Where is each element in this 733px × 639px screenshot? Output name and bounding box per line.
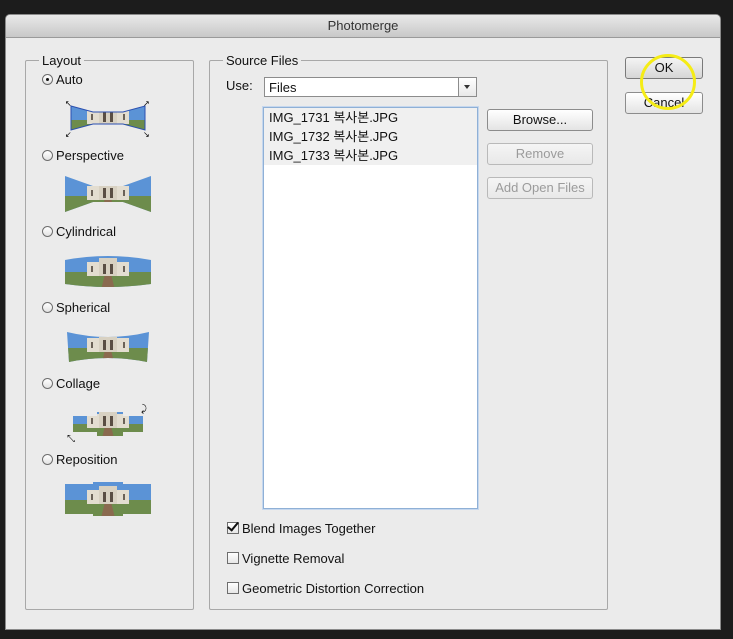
- list-item[interactable]: IMG_1731 복사본.JPG: [264, 108, 477, 127]
- layout-preview-cylindrical: [65, 256, 151, 287]
- list-item[interactable]: IMG_1733 복사본.JPG: [264, 146, 477, 165]
- geometric-correction-checkbox[interactable]: [227, 582, 239, 594]
- radio-collage[interactable]: [42, 377, 53, 389]
- layout-legend: Layout: [39, 53, 85, 68]
- layout-option-label: Auto: [56, 71, 83, 87]
- svg-text:⤡: ⤡: [67, 434, 75, 442]
- radio-cylindrical[interactable]: [42, 225, 53, 237]
- layout-option-label: Spherical: [56, 299, 111, 315]
- chevron-down-icon[interactable]: [458, 78, 476, 96]
- browse-button[interactable]: Browse...: [487, 109, 593, 131]
- cancel-button[interactable]: Cancel: [625, 92, 703, 114]
- layout-option-label: Cylindrical: [56, 223, 116, 239]
- blend-images-checkbox[interactable]: [227, 522, 239, 534]
- add-open-files-button[interactable]: Add Open Files: [487, 177, 593, 199]
- vignette-removal-checkbox[interactable]: [227, 552, 239, 564]
- source-files-legend: Source Files: [223, 53, 302, 68]
- use-select[interactable]: Files: [264, 77, 477, 97]
- layout-option-cylindrical[interactable]: Cylindrical: [42, 223, 116, 239]
- layout-option-spherical[interactable]: Spherical: [42, 299, 110, 315]
- list-item[interactable]: IMG_1732 복사본.JPG: [264, 127, 477, 146]
- layout-option-label: Collage: [56, 375, 101, 391]
- radio-perspective[interactable]: [42, 149, 53, 161]
- photomerge-dialog: Photomerge Layout Auto ↖ ↗ ↙ ↘ Perspective Cyl…: [5, 14, 721, 630]
- svg-text:↗: ↗: [143, 99, 150, 108]
- layout-preview-spherical: [67, 332, 149, 362]
- layout-preview-collage: ⤸⤡: [67, 404, 148, 442]
- layout-preview-reposition: [65, 482, 151, 516]
- svg-text:↙: ↙: [65, 130, 72, 138]
- svg-text:↘: ↘: [143, 130, 150, 138]
- vignette-removal-label: Vignette Removal: [242, 550, 345, 566]
- use-label: Use:: [226, 78, 253, 93]
- radio-reposition[interactable]: [42, 453, 53, 465]
- layout-option-label: Perspective: [56, 147, 124, 163]
- layout-option-label: Reposition: [56, 451, 118, 467]
- use-select-value: Files: [269, 80, 297, 95]
- layout-option-collage[interactable]: Collage: [42, 375, 100, 391]
- remove-button[interactable]: Remove: [487, 143, 593, 165]
- svg-text:↖: ↖: [65, 99, 72, 108]
- layout-preview-auto: ↖ ↗ ↙ ↘: [65, 99, 150, 138]
- layout-preview-perspective: [65, 176, 151, 212]
- layout-option-reposition[interactable]: Reposition: [42, 451, 117, 467]
- svg-text:⤸: ⤸: [141, 404, 148, 415]
- layout-option-perspective[interactable]: Perspective: [42, 147, 124, 163]
- geometric-correction-checkbox-row[interactable]: Geometric Distortion Correction: [227, 580, 424, 596]
- ok-button[interactable]: OK: [625, 57, 703, 79]
- blend-images-checkbox-row[interactable]: Blend Images Together: [227, 520, 375, 536]
- geometric-correction-label: Geometric Distortion Correction: [242, 580, 425, 596]
- radio-auto[interactable]: [42, 73, 53, 85]
- blend-images-label: Blend Images Together: [242, 520, 376, 536]
- window-title: Photomerge: [6, 15, 720, 38]
- file-list[interactable]: IMG_1731 복사본.JPG IMG_1732 복사본.JPG IMG_17…: [263, 107, 478, 509]
- vignette-removal-checkbox-row[interactable]: Vignette Removal: [227, 550, 344, 566]
- layout-option-auto[interactable]: Auto: [42, 71, 83, 87]
- radio-spherical[interactable]: [42, 301, 53, 313]
